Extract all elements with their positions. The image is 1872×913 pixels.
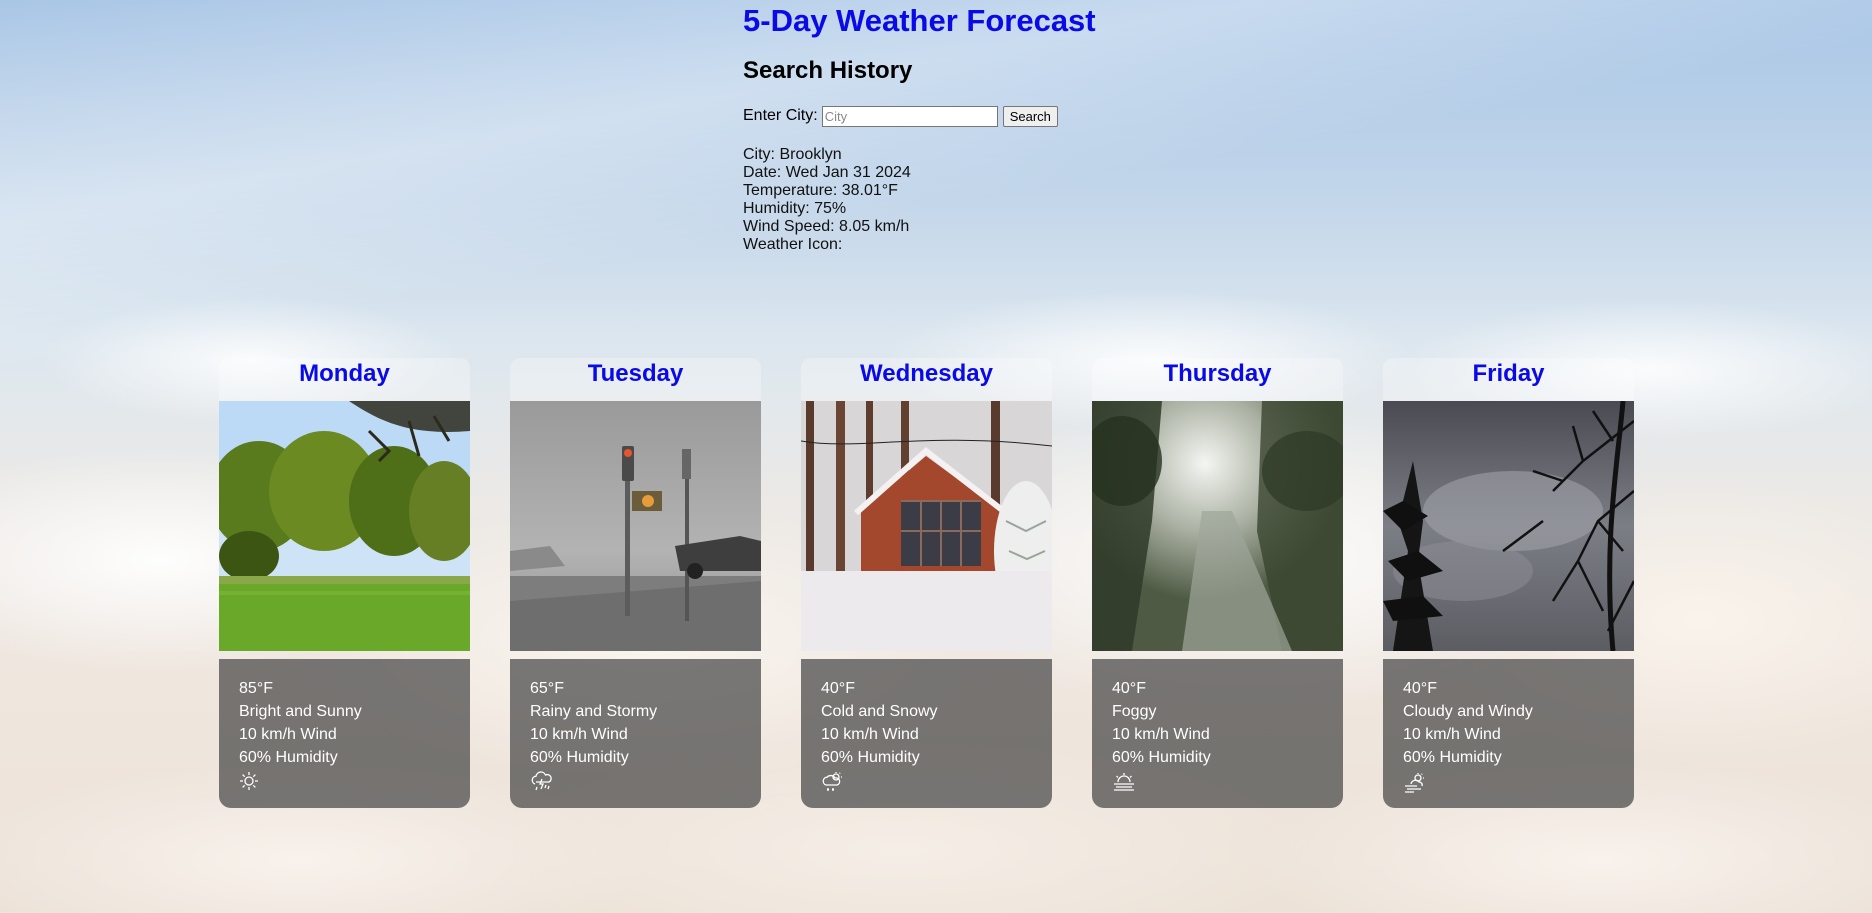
forecast-condition: Bright and Sunny: [239, 703, 362, 720]
forecast-wind: 10 km/h Wind: [1112, 726, 1210, 743]
forecast-card-monday: Monday 85°F Bright and Sunny 10 km/h Win…: [219, 358, 470, 808]
forecast-details: 85°F Bright and Sunny 10 km/h Wind 60% H…: [219, 659, 470, 808]
search-history-heading: Search History: [743, 57, 913, 84]
day-name: Monday: [299, 360, 390, 387]
forecast-temperature: 85°F: [239, 680, 273, 697]
snowy-cabin-photo: [801, 401, 1052, 651]
header: 5-Day Weather Forecast Search History En…: [743, 0, 1443, 254]
forecast-wind: 10 km/h Wind: [821, 726, 919, 743]
wind-icon: [1403, 771, 1614, 793]
forecast-cards: Monday 85°F Bright and Sunny 10 km/h Win…: [219, 358, 1634, 808]
forecast-condition: Cloudy and Windy: [1403, 703, 1533, 720]
current-weather: City: Brooklyn Date: Wed Jan 31 2024 Tem…: [743, 146, 1443, 254]
forecast-wind: 10 km/h Wind: [239, 726, 337, 743]
forecast-card-friday: Friday 40°F Cloudy and Windy 10 km/h Win…: [1383, 358, 1634, 808]
sun-icon: [239, 771, 450, 793]
storm-icon: [530, 771, 741, 793]
forecast-humidity: 60% Humidity: [1403, 749, 1502, 766]
city-label: Enter City:: [743, 107, 818, 124]
city-search-input[interactable]: [821, 105, 998, 127]
day-name: Tuesday: [587, 360, 684, 387]
forecast-humidity: 60% Humidity: [1112, 749, 1211, 766]
forecast-card-wednesday: Wednesday 40°F Cold and Snowy 10 km/h Wi…: [801, 358, 1052, 808]
foggy-path-photo: [1092, 401, 1343, 651]
forecast-condition: Foggy: [1112, 703, 1157, 720]
day-name: Wednesday: [860, 360, 993, 387]
forecast-temperature: 40°F: [1403, 680, 1437, 697]
stormy-street-photo: [510, 401, 761, 651]
forecast-card-tuesday: Tuesday 65°F Rainy and Stormy 10 km/h Wi…: [510, 358, 761, 808]
forecast-details: 40°F Foggy 10 km/h Wind 60% Humidity: [1092, 659, 1343, 808]
forecast-condition: Cold and Snowy: [821, 703, 938, 720]
current-date: Date: Wed Jan 31 2024: [743, 164, 911, 181]
current-city: City: Brooklyn: [743, 146, 842, 163]
cloudy-trees-photo: [1383, 401, 1634, 651]
forecast-wind: 10 km/h Wind: [1403, 726, 1501, 743]
current-wind-speed: Wind Speed: 8.05 km/h: [743, 218, 910, 235]
forecast-humidity: 60% Humidity: [530, 749, 629, 766]
sunny-park-photo: [219, 401, 470, 651]
forecast-humidity: 60% Humidity: [239, 749, 338, 766]
forecast-condition: Rainy and Stormy: [530, 703, 658, 720]
current-weather-icon-label: Weather Icon:: [743, 236, 843, 253]
forecast-details: 40°F Cold and Snowy 10 km/h Wind 60% Hum…: [801, 659, 1052, 808]
search-form: Enter City: Search: [743, 104, 1443, 128]
snow-icon: [821, 771, 1032, 793]
current-temperature: Temperature: 38.01°F: [743, 182, 898, 199]
search-button[interactable]: Search: [1002, 105, 1058, 127]
forecast-wind: 10 km/h Wind: [530, 726, 628, 743]
forecast-temperature: 65°F: [530, 680, 564, 697]
forecast-details: 65°F Rainy and Stormy 10 km/h Wind 60% H…: [510, 659, 761, 808]
forecast-card-thursday: Thursday 40°F Foggy 10 km/h Wind 60% Hum…: [1092, 358, 1343, 808]
day-name: Thursday: [1163, 360, 1272, 387]
forecast-temperature: 40°F: [1112, 680, 1146, 697]
forecast-details: 40°F Cloudy and Windy 10 km/h Wind 60% H…: [1383, 659, 1634, 808]
forecast-temperature: 40°F: [821, 680, 855, 697]
day-name: Friday: [1472, 360, 1545, 387]
forecast-humidity: 60% Humidity: [821, 749, 920, 766]
page-title: 5-Day Weather Forecast: [743, 3, 1096, 38]
fog-icon: [1112, 771, 1323, 793]
current-humidity: Humidity: 75%: [743, 200, 847, 217]
